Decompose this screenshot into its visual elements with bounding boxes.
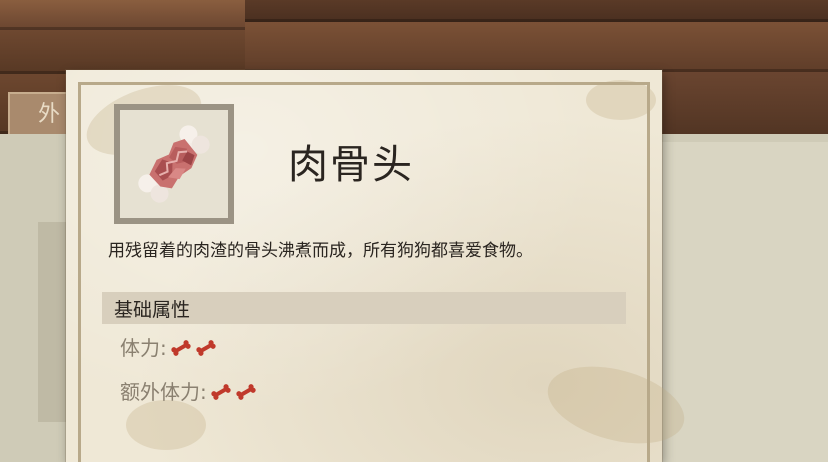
wood-plank: [0, 0, 245, 30]
item-icon-frame: [114, 104, 234, 224]
mini-bone-icon: [209, 382, 233, 400]
wood-plank: [0, 30, 245, 74]
attribute-label: 体力:: [120, 336, 167, 360]
attribute-label: 额外体力:: [120, 380, 207, 404]
background-tab[interactable]: 外: [8, 92, 68, 134]
wood-plank: [245, 0, 828, 22]
attribute-value-icons: [209, 382, 258, 400]
attribute-header: 基础属性: [114, 299, 191, 321]
item-description: 用残留着的肉渣的骨头沸煮而成，所有狗狗都喜爱食物。: [108, 241, 533, 261]
mini-bone-icon: [234, 382, 258, 400]
attribute-value-icons: [169, 338, 218, 356]
paper-stain: [126, 400, 206, 450]
attribute-row-extra-stamina: 额外体力:: [120, 376, 258, 405]
wood-plank: [245, 22, 828, 72]
item-detail-card: 肉骨头 用残留着的肉渣的骨头沸煮而成，所有狗狗都喜爱食物。 基础属性 体力: 额…: [66, 70, 693, 462]
item-icon-background: [120, 110, 228, 218]
paper-stain: [586, 80, 656, 120]
item-name: 肉骨头: [288, 142, 414, 188]
mini-bone-icon: [194, 338, 218, 356]
meat-bone-icon: [138, 125, 210, 203]
mini-bone-icon: [169, 338, 193, 356]
attribute-row-stamina: 体力:: [120, 332, 218, 361]
game-scene: 外 肉骨头 用残留着的肉渣的骨头沸煮而成，所有狗狗都喜爱食物。 基础属性 体力:…: [0, 0, 828, 462]
